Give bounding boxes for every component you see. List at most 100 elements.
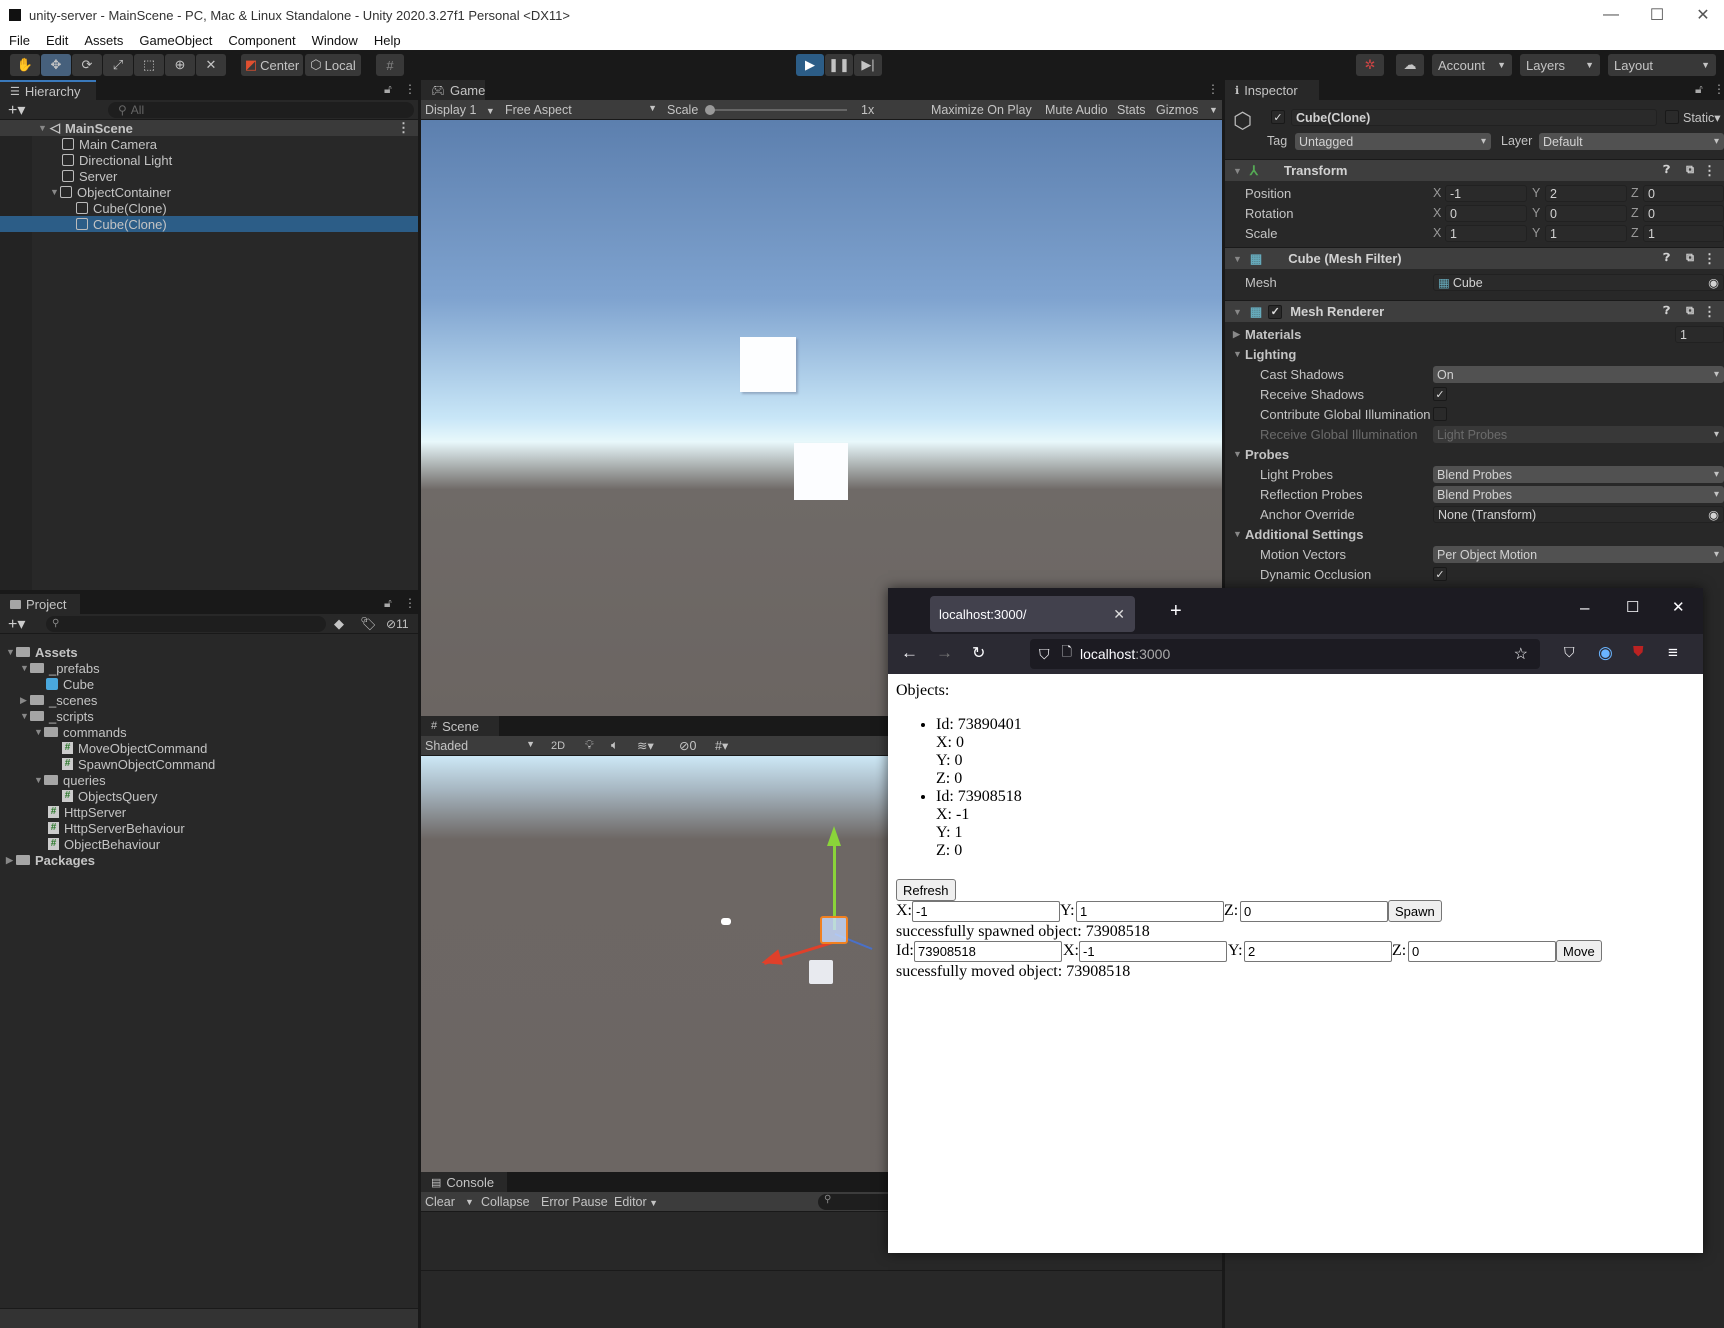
tab-scene[interactable]: # Scene: [421, 716, 499, 736]
scale-x-field[interactable]: 1: [1445, 225, 1527, 242]
reflection-probes-dropdown[interactable]: Blend Probes: [1433, 486, 1724, 503]
layers-dropdown[interactable]: Layers ▼: [1520, 54, 1600, 76]
project-item[interactable]: ▼ Assets: [0, 644, 418, 660]
presets-icon[interactable]: ⧉: [1686, 305, 1694, 318]
gizmos-toggle[interactable]: Gizmos: [1156, 103, 1198, 117]
account-dropdown[interactable]: Account ▼: [1432, 54, 1512, 76]
gameobject-cube-icon[interactable]: ⬡: [1233, 108, 1252, 134]
scale-z-field[interactable]: 1: [1643, 225, 1724, 242]
cloud-button[interactable]: ☁: [1396, 54, 1424, 76]
cast-shadows-dropdown[interactable]: On: [1433, 366, 1724, 383]
filter-label-icon[interactable]: 🏷︎: [360, 616, 377, 632]
project-item[interactable]: # HttpServer: [0, 804, 418, 820]
spawn-y-input[interactable]: 1: [1076, 901, 1224, 922]
expand-arrow-icon[interactable]: ▼: [34, 727, 44, 737]
expand-arrow-icon[interactable]: ▼: [20, 663, 30, 673]
tag-dropdown[interactable]: Untagged: [1295, 133, 1491, 150]
move-x-input[interactable]: -1: [1079, 941, 1227, 962]
filter-type-icon[interactable]: ◆: [334, 616, 344, 632]
rotation-label[interactable]: Rotation: [1245, 206, 1293, 221]
close-window-icon[interactable]: ✕: [1672, 598, 1685, 616]
expand-arrow-icon[interactable]: ▼: [50, 187, 60, 197]
menu-file[interactable]: File: [0, 33, 37, 48]
help-icon[interactable]: ❓︎: [1663, 164, 1670, 177]
help-icon[interactable]: ❓︎: [1663, 252, 1670, 265]
maximize-on-play-toggle[interactable]: Maximize On Play: [931, 103, 1032, 117]
active-checkbox[interactable]: ✓: [1271, 110, 1285, 124]
project-item[interactable]: # ObjectBehaviour: [0, 836, 418, 852]
editor-dropdown[interactable]: Editor ▼: [614, 1195, 658, 1209]
project-item[interactable]: # HttpServerBehaviour: [0, 820, 418, 836]
custom-tool-button[interactable]: ✕: [196, 54, 226, 76]
kebab-menu-icon[interactable]: ⋮: [1713, 82, 1724, 96]
gizmos-dropdown-icon[interactable]: ▼: [1209, 105, 1218, 115]
rotation-z-field[interactable]: 0: [1643, 205, 1724, 222]
expand-arrow-icon[interactable]: ▼: [1233, 307, 1242, 317]
pause-button[interactable]: ❚❚: [825, 54, 853, 76]
rotation-x-field[interactable]: 0: [1445, 205, 1527, 222]
spawn-z-input[interactable]: 0: [1240, 901, 1388, 922]
object-name-field[interactable]: Cube(Clone): [1291, 109, 1657, 126]
hierarchy-item[interactable]: Server: [0, 168, 418, 184]
materials-count-field[interactable]: 1: [1675, 326, 1724, 343]
lighting-toggle-icon[interactable]: 💡︎: [585, 738, 594, 753]
presets-icon[interactable]: ⧉: [1686, 252, 1694, 265]
additional-settings-foldout[interactable]: ▼ Additional Settings: [1225, 524, 1724, 544]
clear-options-dropdown[interactable]: ▼: [465, 1197, 474, 1207]
extension-icon[interactable]: ◉: [1598, 643, 1613, 663]
minimize-icon[interactable]: –: [1580, 598, 1589, 618]
dynamic-occlusion-checkbox[interactable]: ✓: [1433, 567, 1447, 581]
directional-light-icon[interactable]: [721, 918, 731, 925]
rotate-tool-button[interactable]: ⟳: [72, 54, 102, 76]
back-icon[interactable]: ←: [901, 643, 918, 663]
selected-cube[interactable]: [820, 916, 848, 944]
kebab-menu-icon[interactable]: ⋮: [397, 120, 410, 136]
collab-button[interactable]: ✲: [1356, 54, 1384, 76]
anchor-override-field[interactable]: None (Transform) ◉: [1433, 506, 1724, 523]
spawn-x-input[interactable]: -1: [912, 901, 1060, 922]
project-item[interactable]: # ObjectsQuery: [0, 788, 418, 804]
mesh-object-field[interactable]: ▦ Cube ◉: [1433, 274, 1724, 291]
play-button[interactable]: ▶: [796, 54, 824, 76]
probes-foldout[interactable]: ▼ Probes: [1225, 444, 1724, 464]
project-item[interactable]: ▶ _scenes: [0, 692, 418, 708]
collapse-arrow-icon[interactable]: ▶: [1233, 329, 1240, 340]
pocket-icon[interactable]: ⛉: [1564, 644, 1575, 661]
project-search-input[interactable]: ⚲: [46, 615, 326, 632]
bookmark-star-icon[interactable]: ☆: [1514, 644, 1528, 664]
position-y-field[interactable]: 2: [1545, 185, 1627, 202]
lock-icon[interactable]: 🔓︎: [384, 82, 392, 97]
cube-object[interactable]: [809, 960, 833, 984]
expand-arrow-icon[interactable]: ▼: [1233, 166, 1242, 176]
hierarchy-item[interactable]: ▼ ObjectContainer: [0, 184, 418, 200]
maximize-icon[interactable]: ☐: [1626, 598, 1639, 616]
expand-arrow-icon[interactable]: ▼: [1233, 529, 1242, 539]
contribute-gi-checkbox[interactable]: [1433, 407, 1447, 421]
position-x-field[interactable]: -1: [1445, 185, 1527, 202]
audio-toggle-icon[interactable]: 🔈︎: [611, 738, 619, 753]
close-button[interactable]: ✕: [1680, 0, 1724, 30]
transform-header[interactable]: ▼ ⅄ Transform ❓︎ ⧉ ⋮: [1225, 159, 1724, 181]
expand-arrow-icon[interactable]: ▼: [34, 775, 44, 785]
transform-tool-button[interactable]: ⊕: [165, 54, 195, 76]
aspect-dropdown[interactable]: Free Aspect ▼: [505, 103, 657, 117]
hierarchy-item[interactable]: Cube(Clone): [0, 200, 418, 216]
tab-inspector[interactable]: ℹ Inspector: [1225, 80, 1319, 100]
grid-toggle-icon[interactable]: #▾: [715, 738, 728, 753]
hidden-objects-toggle[interactable]: ⊘0: [679, 738, 696, 753]
menu-component[interactable]: Component: [219, 33, 302, 48]
position-z-field[interactable]: 0: [1643, 185, 1724, 202]
refresh-button[interactable]: Refresh: [896, 879, 956, 901]
collapse-arrow-icon[interactable]: ▶: [6, 855, 16, 866]
scale-slider-handle[interactable]: [705, 105, 715, 115]
move-button[interactable]: Move: [1556, 940, 1602, 962]
rotation-y-field[interactable]: 0: [1545, 205, 1627, 222]
project-item[interactable]: ▼ _scripts: [0, 708, 418, 724]
minimize-button[interactable]: —: [1588, 0, 1634, 30]
expand-arrow-icon[interactable]: ▼: [1233, 349, 1242, 359]
shading-dropdown[interactable]: Shaded ▼: [425, 739, 535, 753]
kebab-menu-icon[interactable]: ⋮: [1703, 304, 1716, 320]
hidden-packages-toggle[interactable]: ⊘11: [386, 617, 409, 631]
tab-hierarchy[interactable]: ☰ Hierarchy: [0, 80, 96, 100]
2d-toggle[interactable]: 2D: [551, 740, 565, 752]
